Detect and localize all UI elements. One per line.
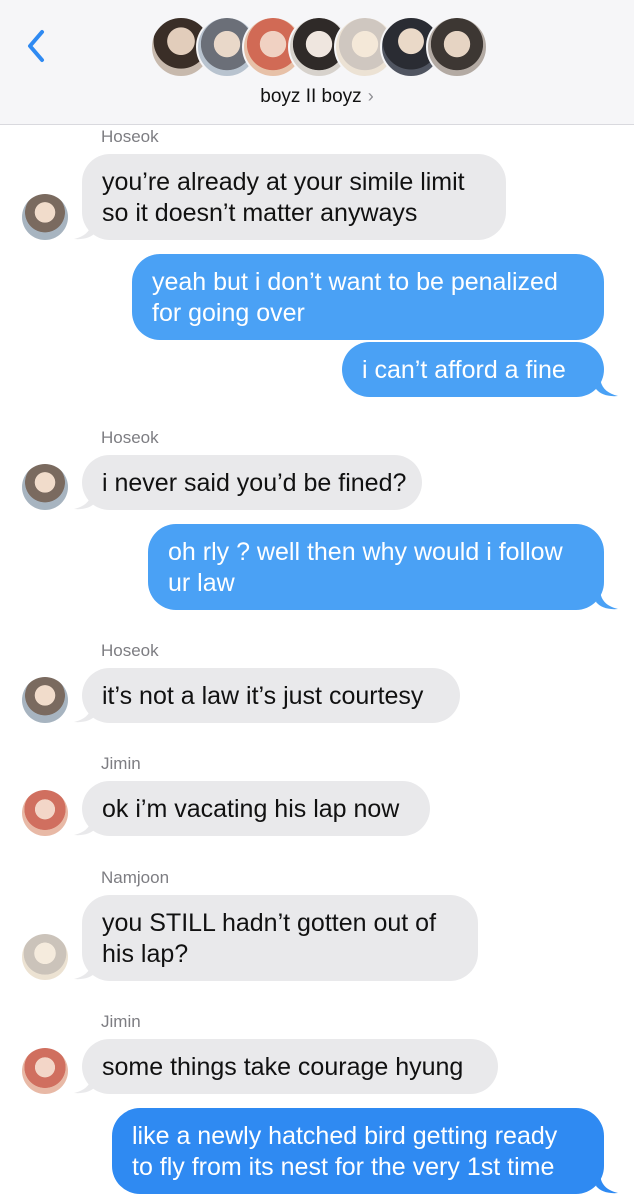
group-name: boyz II boyz xyxy=(260,86,362,107)
avatar[interactable] xyxy=(22,464,68,510)
message-line: like a newly hatched bird getting ready xyxy=(132,1122,558,1150)
chevron-left-icon xyxy=(28,30,44,62)
message-line: you STILL hadn’t gotten out of xyxy=(102,909,437,937)
message-line: to fly from its nest for the very 1st ti… xyxy=(132,1153,555,1181)
message-bubble[interactable]: ok i’m vacating his lap now xyxy=(82,781,430,836)
conversation-header: boyz II boyz › xyxy=(0,0,634,125)
message-line: you’re already at your simile limit xyxy=(102,168,465,196)
message-line: i never said you’d be fined? xyxy=(102,469,407,497)
group-name-button[interactable]: boyz II boyz › xyxy=(0,86,634,108)
message-bubble[interactable]: oh rly ? well then why would i follow ur… xyxy=(148,524,604,610)
message-line: oh rly ? well then why would i follow xyxy=(168,538,563,566)
sender-name: Namjoon xyxy=(101,868,170,887)
avatar[interactable] xyxy=(22,934,68,980)
message-bubble[interactable]: you STILL hadn’t gotten out of his lap? xyxy=(82,895,478,981)
bubble-tail xyxy=(596,1172,618,1194)
message-bubble[interactable]: you’re already at your simile limit so i… xyxy=(82,154,506,240)
message-bubble[interactable]: i can’t afford a fine xyxy=(342,342,604,397)
message-line: his lap? xyxy=(102,940,189,968)
avatar[interactable] xyxy=(22,790,68,836)
message-line: i can’t afford a fine xyxy=(362,356,566,384)
avatar[interactable] xyxy=(22,677,68,723)
message-line: so it doesn’t matter anyways xyxy=(102,199,418,227)
message-line: some things take courage hyung xyxy=(102,1053,464,1081)
chevron-right-icon: › xyxy=(367,86,374,106)
message-bubble[interactable]: like a newly hatched bird getting ready … xyxy=(112,1108,604,1194)
message-line: ur law xyxy=(168,569,235,597)
message-line: it’s not a law it’s just courtesy xyxy=(102,682,424,710)
avatar xyxy=(426,16,488,78)
message-line: for going over xyxy=(152,299,305,327)
message-line: yeah but i don’t want to be penalized xyxy=(152,268,558,296)
message-bubble[interactable]: it’s not a law it’s just courtesy xyxy=(82,668,460,723)
message-bubble[interactable]: some things take courage hyung xyxy=(82,1039,498,1094)
message-bubble[interactable]: yeah but i don’t want to be penalized fo… xyxy=(132,254,604,340)
sender-name: Hoseok xyxy=(101,428,159,447)
sender-name: Hoseok xyxy=(101,641,159,660)
sender-name: Jimin xyxy=(101,1012,141,1031)
back-button[interactable] xyxy=(22,26,52,66)
message-bubble[interactable]: i never said you’d be fined? xyxy=(82,455,422,510)
bubble-tail xyxy=(596,588,618,610)
sender-name: Hoseok xyxy=(101,127,159,146)
bubble-tail xyxy=(596,375,618,397)
message-line: ok i’m vacating his lap now xyxy=(102,795,400,823)
sender-name: Jimin xyxy=(101,754,141,773)
avatar[interactable] xyxy=(22,194,68,240)
avatar[interactable] xyxy=(22,1048,68,1094)
group-avatars[interactable] xyxy=(150,16,490,80)
